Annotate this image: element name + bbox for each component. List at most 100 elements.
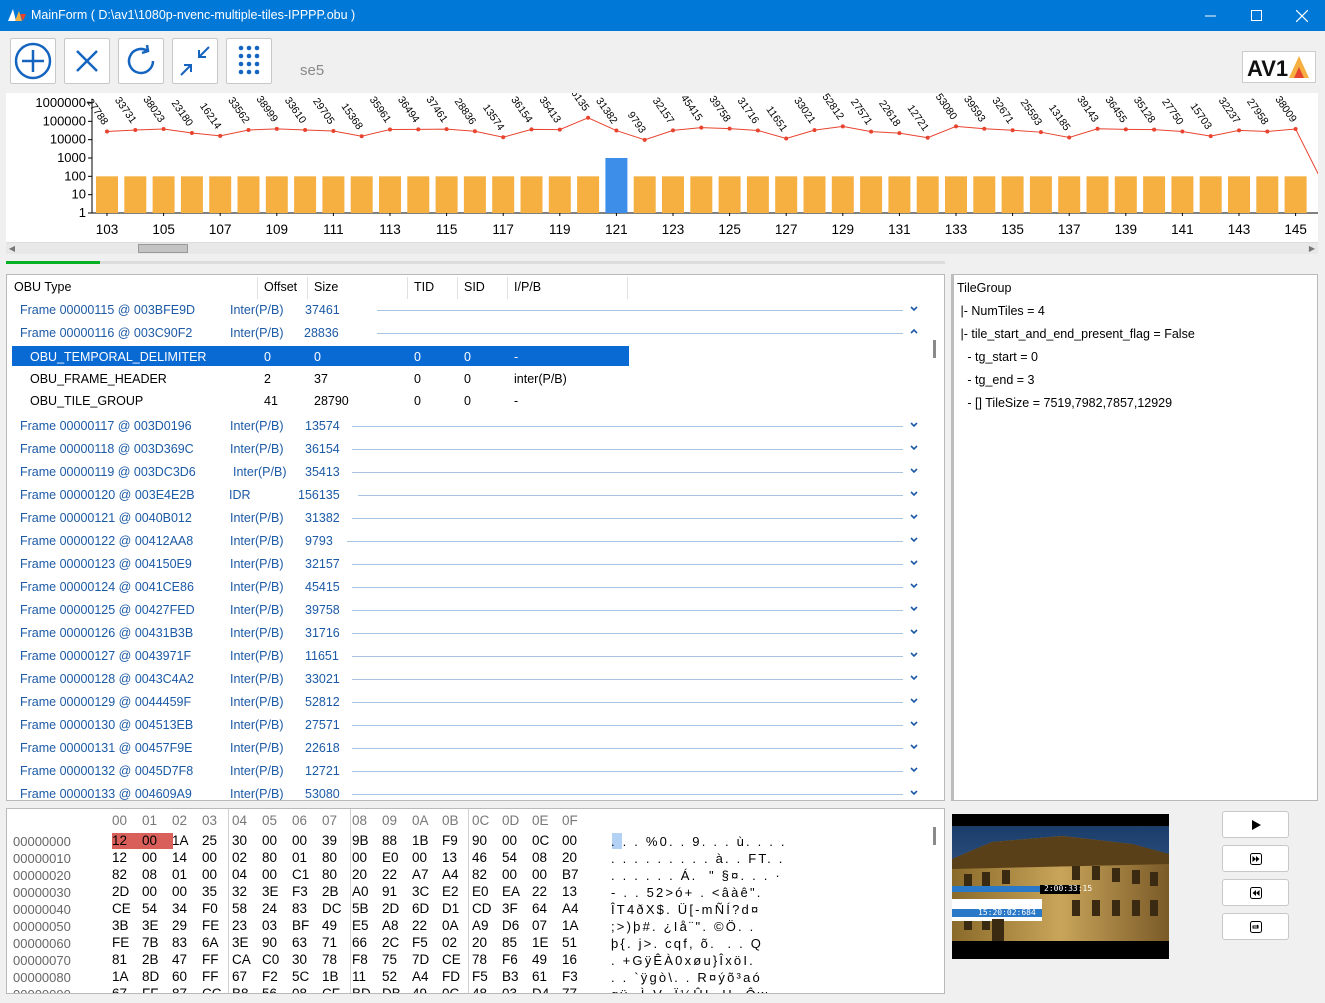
hex-byte[interactable]: C1: [292, 867, 309, 882]
hex-byte[interactable]: 3E: [232, 935, 249, 950]
hex-byte[interactable]: 00: [172, 884, 187, 899]
tree-scroll-thumb[interactable]: [933, 340, 936, 358]
ascii-text[interactable]: ;>)þ#. ¿Iå¨". ©Ö. .: [611, 919, 756, 934]
frame-row[interactable]: Frame 00000129 @ 0044459F Inter(P/B) 52812: [7, 691, 927, 714]
scroll-left-icon[interactable]: ◀: [7, 244, 17, 254]
ascii-text[interactable]: þ{. j>. cqf, õ. . . Q: [611, 936, 763, 951]
hex-byte[interactable]: 91: [382, 884, 397, 899]
hex-byte[interactable]: FF: [142, 986, 159, 993]
hex-byte[interactable]: E5: [352, 918, 369, 933]
hex-byte[interactable]: F3: [292, 884, 308, 899]
hex-byte[interactable]: 2C: [382, 935, 399, 950]
hex-byte[interactable]: 01: [292, 850, 307, 865]
hex-byte[interactable]: 08: [292, 986, 307, 993]
hex-byte[interactable]: 00: [202, 867, 217, 882]
hex-byte[interactable]: 11: [352, 969, 366, 984]
hex-byte[interactable]: BF: [292, 918, 309, 933]
hex-byte[interactable]: 00: [142, 850, 157, 865]
hex-byte[interactable]: 02: [232, 850, 247, 865]
hex-byte[interactable]: 60: [172, 969, 187, 984]
hex-byte[interactable]: CE: [112, 901, 131, 916]
col-offset[interactable]: Offset: [264, 280, 297, 294]
hex-byte[interactable]: 1B: [412, 833, 429, 848]
hex-byte[interactable]: 1B: [322, 969, 339, 984]
hex-byte[interactable]: 22: [532, 884, 547, 899]
hex-byte[interactable]: 81: [112, 952, 127, 967]
hex-byte[interactable]: F5: [472, 969, 488, 984]
hex-byte[interactable]: 0C: [442, 986, 459, 993]
hex-byte[interactable]: 75: [382, 952, 397, 967]
hex-byte[interactable]: 12: [112, 833, 127, 848]
hex-byte[interactable]: 3B: [112, 918, 129, 933]
hex-byte[interactable]: 12: [112, 850, 127, 865]
hex-byte[interactable]: 1A: [172, 833, 189, 848]
next-frame-button[interactable]: [1222, 845, 1289, 872]
hex-byte[interactable]: D6: [502, 918, 519, 933]
hex-byte[interactable]: 1A: [112, 969, 129, 984]
hex-byte[interactable]: 7B: [142, 935, 159, 950]
chart-scroll-thumb[interactable]: [138, 244, 188, 253]
obu-tree[interactable]: OBU Type Offset Size TID SID I/P/B Frame…: [6, 274, 945, 801]
hex-byte[interactable]: A7: [412, 867, 429, 882]
hex-byte[interactable]: 6D: [412, 901, 429, 916]
hex-byte[interactable]: D4: [532, 986, 549, 993]
hex-byte[interactable]: 87: [172, 986, 187, 993]
hex-byte[interactable]: 56: [262, 986, 277, 993]
hex-byte[interactable]: CF: [322, 986, 340, 993]
expand-toggle[interactable]: [909, 487, 919, 501]
hex-byte[interactable]: 04: [232, 867, 247, 882]
hex-byte[interactable]: 08: [532, 850, 547, 865]
hex-byte[interactable]: 22: [412, 918, 427, 933]
hex-byte[interactable]: F5: [412, 935, 428, 950]
hex-byte[interactable]: 02: [442, 935, 457, 950]
hex-byte[interactable]: 49: [412, 986, 427, 993]
expand-toggle[interactable]: [909, 556, 919, 570]
hex-byte[interactable]: 1A: [562, 918, 579, 933]
hex-byte[interactable]: 52: [382, 969, 397, 984]
hex-byte[interactable]: 22: [382, 867, 397, 882]
hex-byte[interactable]: D1: [442, 901, 459, 916]
hex-byte[interactable]: 00: [502, 833, 517, 848]
expand-toggle[interactable]: [909, 418, 919, 432]
frame-row[interactable]: Frame 00000130 @ 004513EB Inter(P/B) 27571: [7, 714, 927, 737]
frame-row[interactable]: Frame 00000121 @ 0040B012 Inter(P/B) 31382: [7, 507, 927, 530]
expand-toggle[interactable]: [909, 510, 919, 524]
hex-byte[interactable]: 51: [562, 935, 577, 950]
expand-toggle[interactable]: [909, 602, 919, 616]
hex-byte[interactable]: 00: [142, 833, 157, 848]
hex-byte[interactable]: 46: [472, 850, 487, 865]
hex-byte[interactable]: 32: [232, 884, 247, 899]
hex-byte[interactable]: 20: [352, 867, 367, 882]
frame-row[interactable]: Frame 00000125 @ 00427FED Inter(P/B) 39758: [7, 599, 927, 622]
ascii-text[interactable]: . . `ÿgò\. . R¤ýõ³aó: [611, 970, 762, 985]
hex-byte[interactable]: F3: [562, 969, 578, 984]
expand-toggle[interactable]: [909, 325, 919, 339]
hex-byte[interactable]: 80: [262, 850, 277, 865]
hex-byte[interactable]: 07: [532, 918, 547, 933]
frame-row[interactable]: Frame 00000127 @ 0043971F Inter(P/B) 11651: [7, 645, 927, 668]
obu-row[interactable]: OBU_FRAME_HEADER 2 37 0 0 inter(P/B): [7, 368, 927, 390]
hex-byte[interactable]: CE: [442, 952, 461, 967]
frame-row[interactable]: Frame 00000116 @ 003C90F2 Inter(P/B) 28836: [7, 322, 927, 345]
hex-byte[interactable]: F0: [202, 901, 218, 916]
expand-toggle[interactable]: [909, 464, 919, 478]
hex-byte[interactable]: FE: [202, 918, 219, 933]
open-file-button[interactable]: [10, 38, 56, 84]
refresh-button[interactable]: [118, 38, 164, 84]
hex-byte[interactable]: 13: [562, 884, 577, 899]
frame-row[interactable]: Frame 00000119 @ 003DC3D6 Inter(P/B) 35413: [7, 461, 927, 484]
hex-byte[interactable]: 77: [562, 986, 577, 993]
hex-byte[interactable]: 47: [172, 952, 187, 967]
hex-byte[interactable]: 8D: [142, 969, 159, 984]
hex-byte[interactable]: 78: [322, 952, 337, 967]
hex-byte[interactable]: 80: [322, 850, 337, 865]
expand-toggle[interactable]: [909, 625, 919, 639]
hex-byte[interactable]: E2: [442, 884, 459, 899]
previous-frame-button[interactable]: [1222, 879, 1289, 906]
hex-scroll-thumb[interactable]: [933, 827, 936, 845]
frame-size-chart[interactable]: 1000000 100000 10000 1000 100 10 1 103 105 107 109…: [6, 78, 1325, 243]
frame-row[interactable]: Frame 00000120 @ 003E4E2B IDR 156135: [7, 484, 927, 507]
chart-svg[interactable]: 1000000100000100001000100101103 105 107 109…: [6, 78, 1325, 243]
hex-byte[interactable]: 00: [412, 850, 427, 865]
expand-toggle[interactable]: [909, 302, 919, 316]
